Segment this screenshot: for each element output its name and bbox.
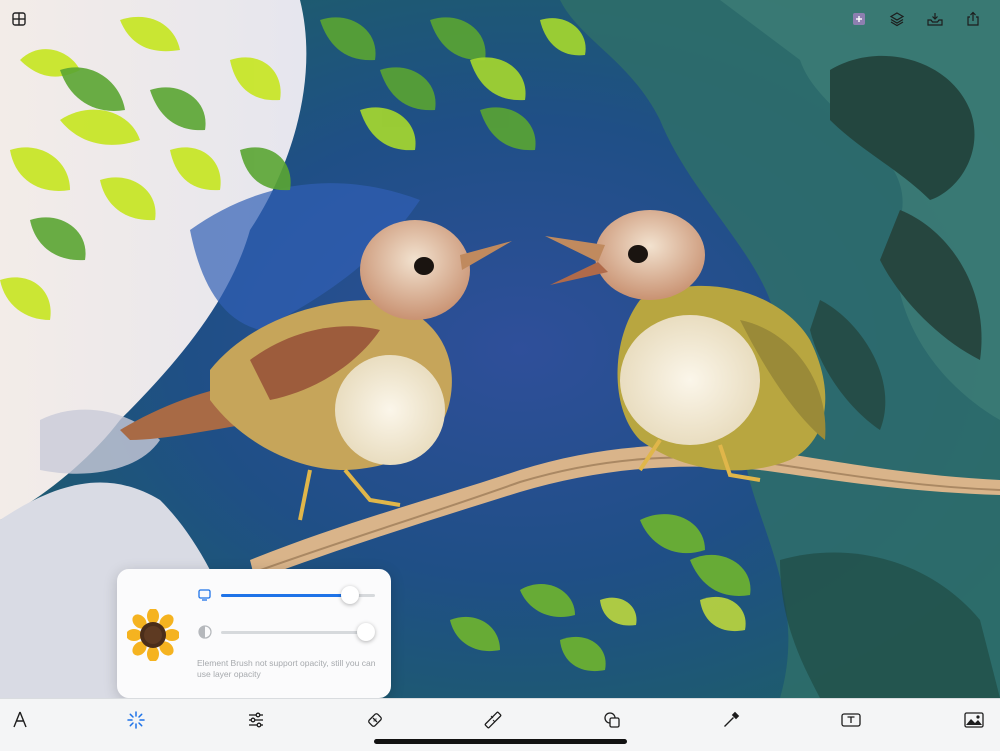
brush-size-slider[interactable] (197, 584, 379, 606)
brush-settings-popover: Element Brush not support opacity, still… (117, 569, 391, 698)
brush-size-icon (197, 587, 213, 603)
sunflower-element-brush-icon[interactable] (126, 608, 180, 662)
sparkle-brush-icon[interactable] (123, 707, 149, 733)
shapes-icon[interactable] (599, 707, 625, 733)
eraser-icon[interactable] (362, 707, 388, 733)
size-slider-fill (221, 594, 351, 597)
image-icon[interactable] (961, 707, 987, 733)
opacity-slider-track[interactable] (221, 623, 375, 641)
sliders-icon[interactable] (243, 707, 269, 733)
home-indicator[interactable] (374, 739, 627, 744)
layers-icon[interactable] (886, 8, 908, 30)
eyedropper-icon[interactable] (718, 707, 744, 733)
import-tray-icon[interactable] (924, 8, 946, 30)
opacity-slider-knob[interactable] (357, 623, 375, 641)
text-box-icon[interactable] (838, 707, 864, 733)
size-slider-knob[interactable] (341, 586, 360, 604)
opacity-slider[interactable] (197, 621, 379, 643)
pen-nib-icon[interactable] (7, 707, 33, 733)
size-slider-track[interactable] (221, 586, 375, 604)
gallery-grid-icon[interactable] (8, 8, 30, 30)
layer-thumbnail-icon[interactable] (848, 8, 870, 30)
share-icon[interactable] (962, 8, 984, 30)
opacity-icon (197, 624, 213, 640)
opacity-note: Element Brush not support opacity, still… (197, 658, 376, 679)
ruler-icon[interactable] (480, 707, 506, 733)
